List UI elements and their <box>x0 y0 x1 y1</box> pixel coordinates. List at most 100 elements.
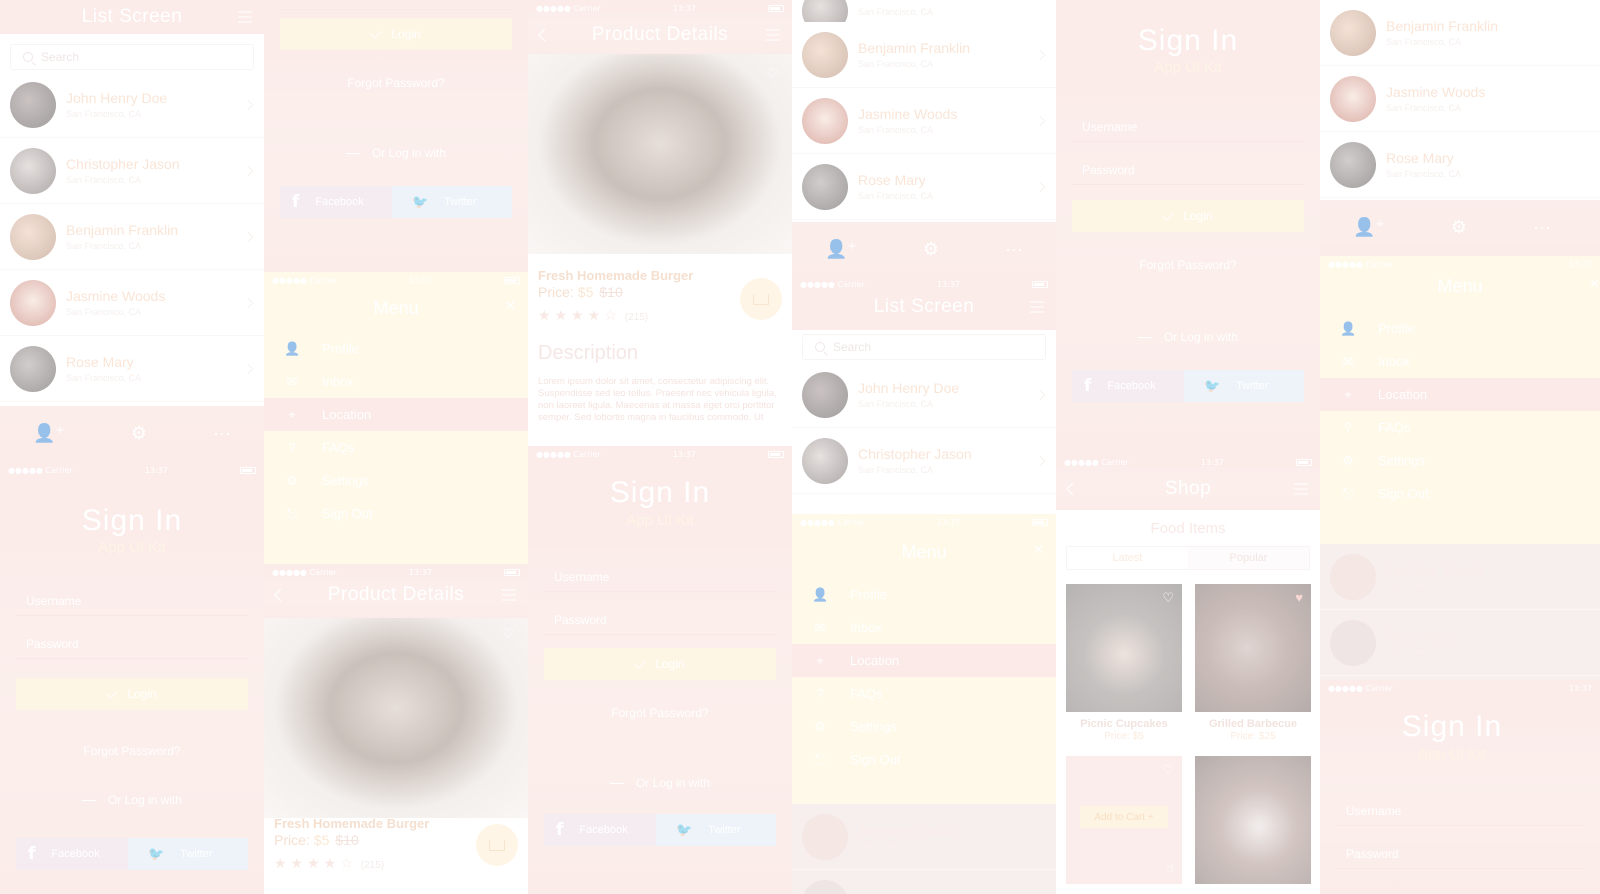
search-input[interactable]: Search <box>802 334 1046 360</box>
username-field[interactable]: Username <box>1072 110 1304 142</box>
login-button[interactable]: Login <box>544 648 776 680</box>
menu-item-settings[interactable]: ⚙ Settings <box>792 710 1056 743</box>
product-tile-image[interactable]: ♡ <box>1066 584 1182 712</box>
password-field[interactable]: Password <box>544 603 776 635</box>
menu-item-faqs[interactable]: ? FAQs <box>792 677 1056 710</box>
add-user-icon[interactable]: 👤⁺ <box>33 423 65 444</box>
menu-item-inbox[interactable]: ✉ Inbox <box>792 611 1056 644</box>
list-item[interactable]: John Henry Doe San Francisco, CA <box>792 362 1056 428</box>
twitter-button[interactable]: 🐦 Twitter <box>392 186 512 218</box>
menu-item-location[interactable]: ⌖ Location <box>792 644 1056 677</box>
more-icon[interactable]: ··· <box>1005 239 1023 260</box>
facebook-button[interactable]: f Facebook <box>280 186 392 218</box>
facebook-button[interactable]: f Facebook <box>16 838 128 870</box>
back-icon[interactable] <box>274 588 287 602</box>
list-item[interactable]: Jasmine Woods San Francisco, CA <box>0 270 264 336</box>
menu-item-signout[interactable]: ⎋ Sign Out <box>792 743 1056 776</box>
login-button[interactable]: Login <box>16 678 248 710</box>
menu-icon[interactable] <box>502 589 516 601</box>
menu-screen: ●●●●● Carrier 13:37 Menu ✕ 👤 Profile ✉ Inbo… <box>792 514 1056 804</box>
or-login-with: Or Log in with <box>528 776 792 790</box>
gear-icon[interactable]: ⚙ <box>923 239 939 260</box>
list-item[interactable]: John Henry Doe San Francisco, CA <box>0 72 264 138</box>
close-icon[interactable]: ✕ <box>1589 276 1600 292</box>
menu-item-profile[interactable]: 👤 Profile <box>264 332 528 365</box>
back-icon[interactable] <box>538 28 551 42</box>
menu-item-signout[interactable]: ⎋ Sign Out <box>264 497 528 530</box>
add-to-cart-button[interactable]: Add to Cart + <box>1080 806 1168 828</box>
password-field[interactable]: Password <box>16 627 248 659</box>
more-icon[interactable]: ··· <box>213 423 231 444</box>
add-user-icon[interactable]: 👤⁺ <box>1353 217 1385 238</box>
menu-item-settings[interactable]: ⚙ Settings <box>1320 444 1600 477</box>
menu-icon[interactable] <box>238 11 252 23</box>
gear-icon[interactable]: ⚙ <box>1451 217 1467 238</box>
list-item[interactable]: Jasmine Woods San Francisco, CA <box>792 88 1056 154</box>
add-to-cart-button[interactable] <box>476 824 518 866</box>
heart-icon[interactable]: ♡ <box>1162 590 1174 606</box>
search-input[interactable]: Search <box>10 44 254 70</box>
menu-item-profile[interactable]: 👤 Profile <box>1320 312 1600 345</box>
forgot-password-link[interactable]: Forgot Password? <box>0 744 264 758</box>
username-field[interactable]: Username <box>16 584 248 616</box>
back-icon[interactable] <box>1066 482 1079 496</box>
facebook-button[interactable]: f Facebook <box>1072 370 1184 402</box>
list-item[interactable]: Rose Mary San Francisco, CA <box>792 154 1056 220</box>
menu-item-location[interactable]: ⌖ Location <box>264 398 528 431</box>
product-tile-image[interactable] <box>1195 756 1311 884</box>
list-item[interactable]: Rose Mary San Francisco, CA <box>1320 132 1600 198</box>
forgot-password-link[interactable]: Forgot Password? <box>1056 258 1320 272</box>
tab-popular[interactable]: Popular <box>1188 547 1309 569</box>
signin-title: Sign In <box>609 476 711 509</box>
list-item[interactable]: Christopher Jason San Francisco, CA <box>792 428 1056 494</box>
password-field[interactable]: Password <box>1336 837 1584 869</box>
list-item[interactable]: Benjamin Franklin San Francisco, CA <box>0 204 264 270</box>
menu-icon[interactable] <box>1294 483 1308 495</box>
product-tile-image[interactable]: ♥ <box>1195 584 1311 712</box>
tab-latest[interactable]: Latest <box>1067 547 1188 569</box>
list-item[interactable]: Benjamin Franklin San Francisco, CA <box>1320 0 1600 66</box>
list-item[interactable]: Benjamin Franklin San Francisco, CA <box>792 22 1056 88</box>
list-item[interactable]: Christopher Jason San Francisco, CA <box>0 138 264 204</box>
gear-icon[interactable]: ⚙ <box>131 423 147 444</box>
menu-item-inbox[interactable]: ✉ Inbox <box>264 365 528 398</box>
menu-item-signout[interactable]: ⎋ Sign Out <box>1320 477 1600 510</box>
forgot-password-link[interactable]: Forgot Password? <box>264 76 528 90</box>
heart-icon[interactable]: ♥ <box>1295 590 1303 605</box>
list-item[interactable]: Rose Mary San Francisco, CA <box>0 336 264 402</box>
menu-item-faqs[interactable]: ? FAQs <box>1320 411 1600 444</box>
twitter-button[interactable]: 🐦 Twitter <box>656 814 776 846</box>
username-field[interactable]: Username <box>544 560 776 592</box>
twitter-button[interactable]: 🐦 Twitter <box>1184 370 1304 402</box>
chevron-right-icon <box>243 231 254 242</box>
chevron-right-icon <box>1035 455 1046 466</box>
more-icon[interactable]: ··· <box>1533 217 1551 238</box>
login-button[interactable]: Login <box>280 18 512 50</box>
menu-item-location[interactable]: ⌖ Location <box>1320 378 1600 411</box>
password-field[interactable] <box>280 0 512 10</box>
password-field[interactable]: Password <box>1072 153 1304 185</box>
add-user-icon[interactable]: 👤⁺ <box>825 239 857 260</box>
login-button[interactable]: Login <box>1072 200 1304 232</box>
heart-icon[interactable]: ♡ <box>766 66 778 82</box>
menu-icon[interactable] <box>766 29 780 41</box>
menu-icon[interactable] <box>1030 301 1044 313</box>
menu-item-inbox[interactable]: ✉ Inbox <box>1320 345 1600 378</box>
menu-item-faqs[interactable]: ? FAQs <box>264 431 528 464</box>
close-icon[interactable]: ✕ <box>1033 542 1044 558</box>
add-to-cart-button[interactable] <box>740 278 782 320</box>
heart-icon[interactable]: ♡ <box>1162 762 1174 778</box>
status-bar: ●●●●● Carrier 13:37 <box>1056 454 1320 470</box>
close-icon[interactable]: ✕ <box>505 298 516 314</box>
user-icon: 👤 <box>812 586 829 602</box>
twitter-button[interactable]: 🐦 Twitter <box>128 838 248 870</box>
heart-icon[interactable]: ♡ <box>502 626 514 642</box>
username-field[interactable]: Username <box>1336 794 1584 826</box>
product-price: Price: $5 $10 <box>538 284 623 300</box>
menu-item-settings[interactable]: ⚙ Settings <box>264 464 528 497</box>
facebook-button[interactable]: f Facebook <box>544 814 656 846</box>
forgot-password-link[interactable]: Forgot Password? <box>528 706 792 720</box>
list-item[interactable]: Jasmine Woods San Francisco, CA <box>1320 66 1600 132</box>
menu-item-profile[interactable]: 👤 Profile <box>792 578 1056 611</box>
product-tile[interactable]: ♡ Add to Cart + ☝ <box>1066 756 1182 884</box>
